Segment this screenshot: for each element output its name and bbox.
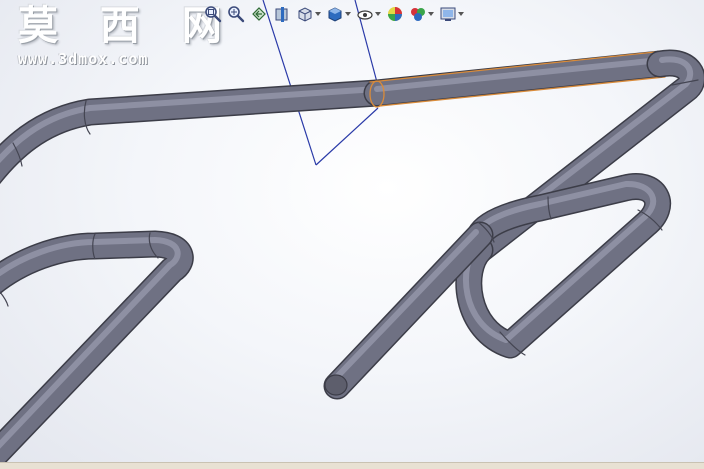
previous-view-button[interactable] (249, 3, 269, 25)
display-style-icon (328, 7, 342, 22)
chevron-down-icon (458, 12, 464, 16)
view-settings-button[interactable] (438, 3, 465, 25)
3d-model-scene[interactable] (0, 0, 704, 469)
rod-loop[interactable] (455, 173, 671, 359)
chevron-down-icon (345, 12, 351, 16)
rod-bottom-left[interactable] (0, 230, 194, 469)
zoom-to-area-icon (228, 6, 245, 23)
selected-tube-segment[interactable] (363, 50, 674, 108)
section-view-button[interactable] (272, 3, 292, 25)
watermark-url: www.3dmox.com (18, 50, 149, 68)
status-bar (0, 462, 704, 469)
zoom-to-fit-button[interactable] (203, 3, 223, 25)
view-settings-icon (440, 7, 456, 21)
heads-up-view-toolbar (203, 3, 465, 25)
hide-show-items-button[interactable] (355, 3, 382, 25)
edit-appearance-button[interactable] (385, 3, 405, 25)
apply-scene-icon (411, 8, 425, 21)
view-orientation-icon (298, 7, 312, 22)
rod-top-left[interactable] (0, 79, 391, 184)
chevron-down-icon (315, 12, 321, 16)
zoom-to-area-button[interactable] (226, 3, 246, 25)
chevron-down-icon (428, 12, 434, 16)
chevron-down-icon (375, 12, 381, 16)
display-style-button[interactable] (325, 3, 352, 25)
view-orientation-button[interactable] (295, 3, 322, 25)
zoom-to-fit-icon (205, 6, 222, 23)
graphics-viewport[interactable]: 莫 西 网 www.3dmox.com (0, 0, 704, 469)
edit-appearance-icon (388, 7, 402, 21)
hide-show-items-icon (357, 10, 373, 20)
apply-scene-button[interactable] (408, 3, 435, 25)
previous-view-icon (252, 7, 266, 21)
rod-end-cap (324, 374, 348, 396)
section-view-icon (275, 7, 288, 22)
